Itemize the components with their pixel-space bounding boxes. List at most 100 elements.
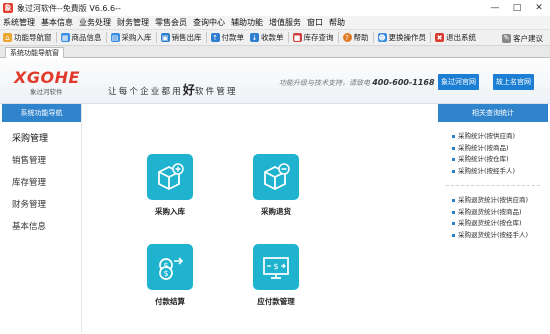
query-link[interactable]: 采购统计(按经手人): [452, 166, 548, 178]
slogan-pre: 让每个企业都用: [108, 87, 183, 97]
query-link[interactable]: 采购退货统计(按经手人): [452, 230, 548, 242]
toolbar-purchase-in[interactable]: ▤ 采购入库: [108, 32, 155, 43]
cart-icon: ▤: [110, 33, 120, 42]
svg-text:$: $: [273, 262, 278, 271]
toolbar: ⌂ 功能导航窗 ▦ 商品信息 ▤ 采购入库 ▣ 销售出库 ↑ 付款单 ↓ 收款单…: [0, 30, 550, 46]
nav-item-finance[interactable]: 财务管理: [2, 194, 81, 216]
toolbar-payment[interactable]: ↑ 付款单: [208, 32, 248, 43]
toolbar-label: 库存查询: [303, 33, 334, 42]
slogan: 让每个企业都用好软件管理: [108, 81, 238, 98]
logo-sub-text: 象过河软件: [30, 88, 63, 96]
nav-item-purchase[interactable]: 采购管理: [2, 128, 81, 150]
toolbar-help[interactable]: ? 帮助: [340, 32, 372, 43]
query-link-label: 采购统计(按经手人): [458, 166, 516, 175]
tile-label-purchase-in[interactable]: 采购入库: [135, 206, 205, 217]
menu-query-center[interactable]: 查询中心: [190, 17, 228, 28]
left-nav-panel: 系统功能导航 采购管理 销售管理 库存管理 财务管理 基本信息: [2, 104, 82, 332]
bullet-icon: [452, 222, 455, 226]
query-link-label: 采购统计(按供应商): [458, 132, 516, 140]
query-link[interactable]: 采购退货统计(按仓库): [452, 218, 548, 230]
query-link[interactable]: 采购统计(按商品): [452, 143, 548, 155]
tile-payable[interactable]: $: [253, 244, 299, 290]
support-phone: 400-600-1168: [372, 78, 435, 87]
query-link-label: 采购统计(按商品): [458, 143, 509, 152]
menu-finance[interactable]: 财务管理: [114, 17, 152, 28]
menu-business[interactable]: 业务处理: [76, 17, 114, 28]
query-link[interactable]: 采购统计(按仓库): [452, 154, 548, 166]
toolbar-label: 采购入库: [121, 33, 152, 42]
slogan-big: 好: [182, 83, 195, 97]
logo-main-text: XGOHE: [14, 68, 80, 87]
bullet-icon: [452, 210, 455, 214]
query-link-label: 采购统计(按仓库): [458, 155, 509, 163]
menu-system[interactable]: 系统管理: [0, 17, 38, 28]
nav-item-inventory[interactable]: 库存管理: [2, 172, 81, 194]
toolbar-product-info[interactable]: ▦ 商品信息: [58, 32, 105, 43]
toolbar-nav-window[interactable]: ⌂ 功能导航窗: [0, 32, 55, 43]
app-logo-icon: 象: [3, 3, 13, 13]
title-bar: 象 象过河软件--免費版 V6.6.6-- — □ ✕: [0, 0, 550, 16]
query-link[interactable]: 采购统计(按供应商): [452, 131, 548, 143]
grid-icon: ▦: [60, 33, 70, 42]
toolbar-label: 退出系统: [446, 33, 476, 42]
support-text: 功能升级与技术支持，请致电: [279, 79, 370, 87]
menu-bar: 系统管理 基本信息 业务处理 财务管理 零售会员 查询中心 辅助功能 增值服务 …: [0, 16, 550, 30]
toolbar-receipt[interactable]: ↓ 收款单: [247, 32, 287, 43]
menu-help[interactable]: 帮助: [326, 17, 348, 28]
tab-nav-window[interactable]: 系统功能导航窗: [5, 47, 64, 58]
query-link[interactable]: 采购退货统计(按供应商): [452, 195, 548, 207]
menu-retail-member[interactable]: 零售会员: [152, 17, 190, 28]
support-info: 功能升级与技术支持，请致电 400-600-1168: [279, 78, 435, 88]
query-link-label: 采购退货统计(按供应商): [458, 196, 529, 204]
bullet-icon: [452, 169, 455, 173]
tile-purchase-in[interactable]: [147, 154, 193, 200]
nav-item-sales[interactable]: 销售管理: [2, 150, 81, 172]
right-panel-title: 相关查询统计: [438, 104, 548, 122]
toolbar-exit[interactable]: ✖ 退出系统: [432, 32, 479, 43]
official-site-button[interactable]: 象过河官网: [438, 74, 479, 90]
toolbar-label: 更换操作员: [388, 33, 427, 42]
close-icon[interactable]: ✕: [528, 0, 550, 16]
purchase-in-icon: [158, 163, 184, 191]
menu-value-added[interactable]: 增值服务: [266, 17, 304, 28]
maximize-icon[interactable]: □: [506, 0, 528, 16]
menu-aux[interactable]: 辅助功能: [228, 17, 266, 28]
exit-icon: ✖: [435, 33, 444, 42]
customer-feedback-button[interactable]: ✎ 客户建议: [499, 33, 546, 44]
user-switch-icon: ☻: [377, 33, 387, 42]
query-link-label: 采购退货统计(按商品): [458, 207, 522, 216]
tile-label-purchase-return[interactable]: 采购退货: [241, 206, 311, 217]
forum-site-button[interactable]: 故上名官网: [493, 74, 534, 90]
tile-purchase-return[interactable]: [253, 154, 299, 200]
query-group-purchase: 采购统计(按供应商) 采购统计(按商品) 采购统计(按仓库) 采购统计(按经手人…: [438, 122, 548, 177]
payment-settle-icon: $ $: [159, 257, 184, 280]
toolbar-switch-operator[interactable]: ☻ 更换操作员: [375, 32, 430, 43]
toolbar-label: 收款单: [261, 33, 284, 42]
payable-icon: $: [263, 257, 289, 279]
box-icon: ▣: [160, 33, 170, 42]
toolbar-label: 销售出库: [171, 33, 202, 42]
query-group-return: 采购退货统计(按供应商) 采购退货统计(按商品) 采购退货统计(按仓库) 采购退…: [438, 186, 548, 241]
toolbar-label: 客户建议: [513, 33, 543, 43]
window-controls: — □ ✕: [484, 0, 550, 16]
receive-icon: ↓: [250, 33, 259, 42]
minimize-icon[interactable]: —: [484, 0, 506, 16]
window-title: 象过河软件--免費版 V6.6.6--: [17, 3, 121, 13]
toolbar-sales-out[interactable]: ▣ 销售出库: [158, 32, 205, 43]
tile-label-payment-settle[interactable]: 付款结算: [135, 296, 205, 307]
toolbar-stock-query[interactable]: ■ 库存查询: [290, 32, 337, 43]
tile-label-payable[interactable]: 应付款管理: [241, 296, 311, 307]
nav-item-basic-info[interactable]: 基本信息: [2, 216, 81, 238]
toolbar-label: 付款单: [221, 33, 245, 42]
query-link-label: 采购退货统计(按经手人): [458, 230, 529, 239]
tile-payment-settle[interactable]: $ $: [147, 244, 193, 290]
menu-window[interactable]: 窗口: [304, 17, 326, 28]
feedback-icon: ✎: [502, 33, 511, 43]
bullet-icon: [452, 135, 455, 139]
menu-basic-info[interactable]: 基本信息: [38, 17, 76, 28]
bullet-icon: [452, 146, 455, 150]
purchase-return-icon: [264, 163, 290, 191]
slogan-post: 软件管理: [194, 87, 238, 97]
query-link[interactable]: 采购退货统计(按商品): [452, 207, 548, 219]
query-link-label: 采购退货统计(按仓库): [458, 219, 522, 227]
